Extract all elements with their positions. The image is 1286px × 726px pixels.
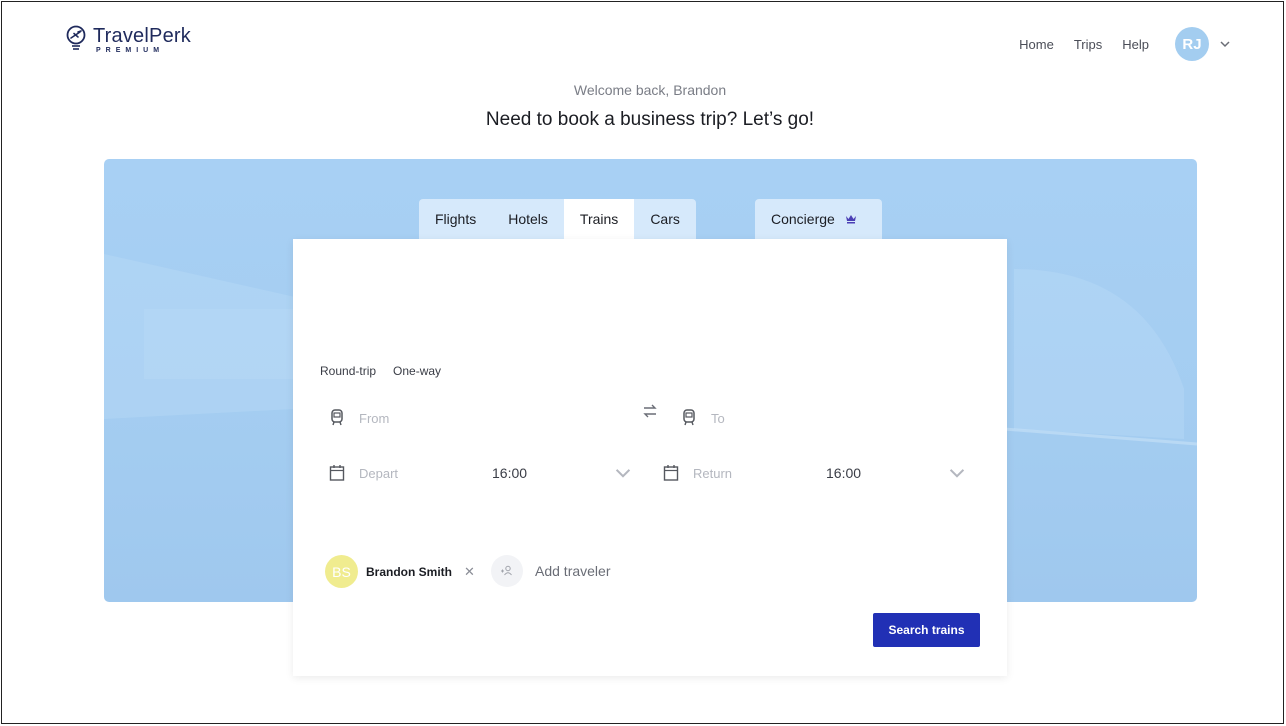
tab-concierge[interactable]: Concierge	[755, 199, 882, 239]
depart-time[interactable]: 16:00	[492, 465, 527, 481]
nav-help[interactable]: Help	[1122, 37, 1149, 52]
add-person-icon	[491, 555, 523, 587]
chevron-down-icon[interactable]	[949, 464, 965, 482]
concierge-label: Concierge	[771, 211, 835, 227]
from-placeholder: From	[359, 410, 390, 426]
trip-type-round-trip[interactable]: Round-trip	[320, 364, 376, 378]
search-trains-button[interactable]: Search trains	[873, 613, 980, 647]
traveler-avatar: BS	[325, 555, 358, 588]
train-search-form: Round-trip One-way From To Depart 16:00 …	[293, 239, 1007, 676]
chevron-down-icon[interactable]	[1219, 38, 1231, 50]
trip-type-one-way[interactable]: One-way	[393, 364, 441, 378]
to-input[interactable]: To	[681, 403, 971, 433]
from-input[interactable]: From	[329, 403, 629, 433]
to-placeholder: To	[711, 410, 725, 426]
add-traveler-button[interactable]: Add traveler	[491, 555, 610, 587]
calendar-icon	[329, 465, 345, 481]
nav-home[interactable]: Home	[1019, 37, 1054, 52]
traveler-chip: BS Brandon Smith ✕	[325, 555, 475, 588]
user-avatar[interactable]: RJ	[1175, 27, 1209, 61]
remove-traveler-icon[interactable]: ✕	[464, 564, 475, 580]
return-placeholder: Return	[693, 465, 733, 481]
tab-flights[interactable]: Flights	[419, 199, 492, 239]
page-headline: Need to book a business trip? Let’s go!	[485, 109, 815, 130]
airplane-bulb-icon	[66, 25, 86, 50]
tab-hotels[interactable]: Hotels	[492, 199, 564, 239]
swap-icon[interactable]	[642, 404, 658, 418]
traveler-name: Brandon Smith	[366, 564, 452, 579]
depart-date-input[interactable]: Depart 16:00	[329, 458, 639, 488]
tab-trains[interactable]: Trains	[563, 199, 635, 239]
chevron-down-icon[interactable]	[615, 464, 631, 482]
depart-placeholder: Depart	[359, 465, 399, 481]
return-date-input[interactable]: Return 16:00	[663, 458, 973, 488]
booking-tabs: Flights Hotels Trains Cars	[419, 199, 696, 239]
train-icon	[331, 409, 343, 426]
brand-tier: PREMIUM	[96, 47, 165, 54]
brand-name: TravelPerk	[93, 25, 191, 47]
return-time[interactable]: 16:00	[826, 465, 861, 481]
trip-type-selector: Round-trip One-way	[320, 364, 458, 378]
crown-icon	[845, 215, 856, 224]
train-icon	[683, 409, 695, 426]
logo[interactable]: TravelPerk PREMIUM	[65, 25, 191, 55]
calendar-icon	[663, 465, 679, 481]
tab-cars[interactable]: Cars	[634, 199, 696, 239]
welcome-text: Welcome back, Brandon	[573, 82, 727, 98]
top-nav: Home Trips Help RJ	[1019, 27, 1231, 61]
nav-trips[interactable]: Trips	[1074, 37, 1102, 52]
add-traveler-label: Add traveler	[535, 563, 611, 579]
